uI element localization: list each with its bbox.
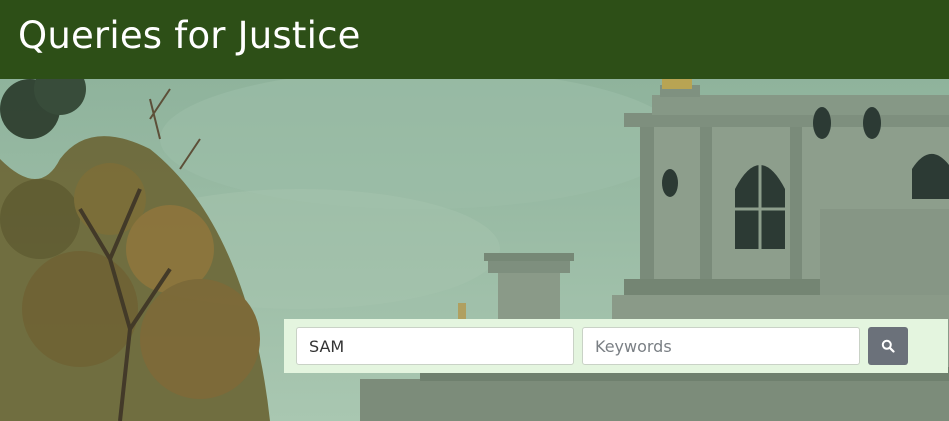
site-header: Queries for Justice <box>0 0 949 79</box>
keywords-search-input[interactable] <box>582 327 860 365</box>
name-search-input[interactable] <box>296 327 574 365</box>
search-icon <box>881 339 895 353</box>
search-panel <box>284 319 948 373</box>
site-title[interactable]: Queries for Justice <box>18 12 361 60</box>
search-button[interactable] <box>868 327 908 365</box>
